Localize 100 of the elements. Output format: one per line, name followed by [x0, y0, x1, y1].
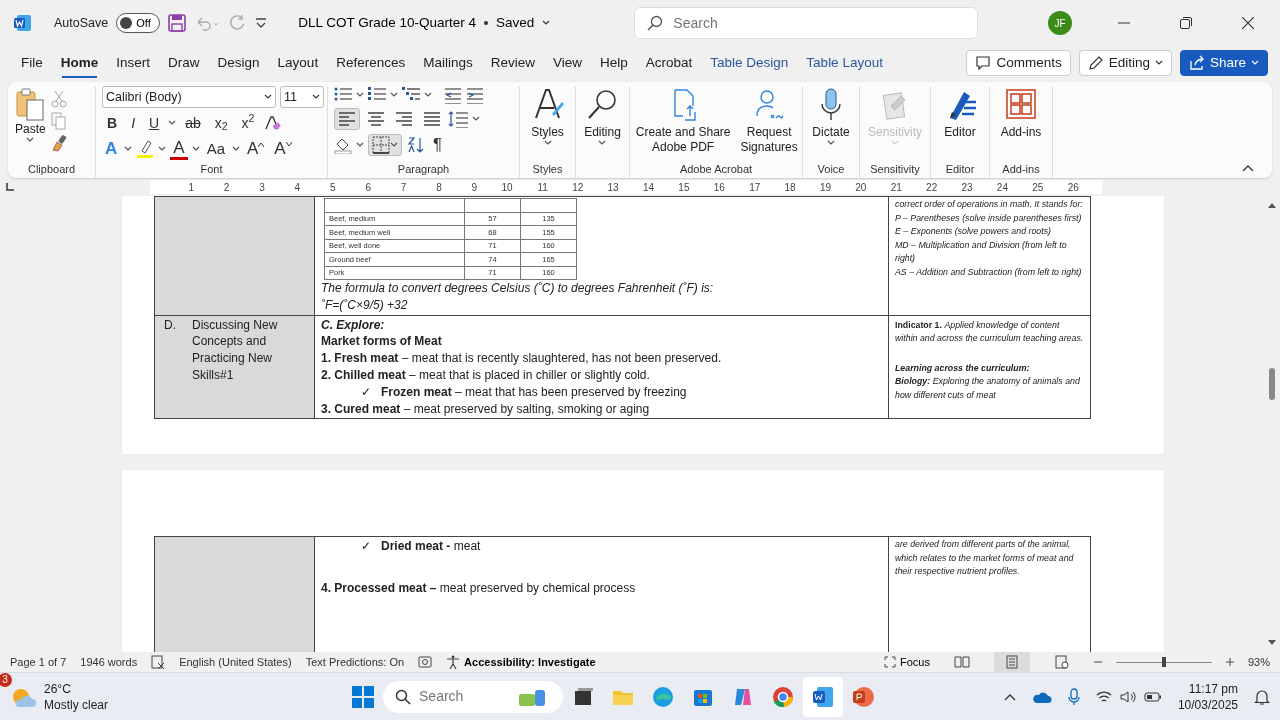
ribbon-tab[interactable]: View — [544, 46, 591, 80]
user-avatar[interactable]: JF — [1048, 11, 1072, 35]
ribbon-tab[interactable]: Acrobat — [636, 46, 702, 80]
zoom-thumb[interactable] — [1161, 657, 1166, 667]
ribbon-tab[interactable]: Design — [208, 46, 269, 80]
language[interactable]: English (United States) — [179, 653, 292, 671]
task-view-icon[interactable] — [572, 685, 594, 708]
dictate-button[interactable]: Dictate — [811, 86, 851, 148]
caret-icon[interactable] — [472, 116, 480, 122]
tab-stop-icon[interactable] — [6, 183, 14, 191]
zoom-in-icon[interactable] — [1225, 658, 1234, 666]
ribbon-tab[interactable]: File — [12, 46, 52, 80]
collapse-ribbon-icon[interactable] — [1242, 164, 1254, 172]
caret-icon[interactable] — [158, 146, 167, 152]
chevron-up-icon[interactable] — [1003, 692, 1016, 701]
highlighter-icon[interactable] — [136, 139, 155, 159]
autosave-toggle[interactable]: Off — [116, 13, 161, 33]
page-count[interactable]: Page 1 of 7 — [10, 653, 67, 671]
taskbar-search-field[interactable]: Search — [419, 686, 509, 707]
caret-icon[interactable] — [390, 92, 398, 98]
share-button[interactable]: Share — [1179, 50, 1268, 76]
notification-bell-icon[interactable] — [1254, 688, 1270, 705]
scroll-up-icon[interactable] — [1268, 202, 1276, 208]
shading-icon[interactable] — [334, 136, 352, 154]
ribbon-tab[interactable]: Home — [51, 46, 108, 80]
presentation-icon[interactable] — [852, 685, 874, 708]
search-box[interactable]: Search — [383, 680, 563, 713]
speaker-icon[interactable] — [1119, 689, 1136, 704]
alignment-button[interactable] — [334, 108, 360, 130]
word-count[interactable]: 1946 words — [80, 653, 138, 671]
caret-icon[interactable] — [26, 137, 35, 143]
caret-icon[interactable] — [827, 140, 835, 146]
change-case-button[interactable]: Aa — [203, 138, 228, 160]
browser-icon[interactable] — [652, 685, 674, 708]
format-button[interactable]: x$_{2}$ — [209, 112, 233, 134]
wifi-icon[interactable] — [1095, 689, 1112, 704]
ribbon-tab[interactable]: Insert — [107, 46, 160, 80]
borders-button[interactable] — [368, 134, 402, 156]
create-pdf-button[interactable]: Create and Share Adobe PDF — [632, 86, 735, 157]
customize-icon[interactable] — [254, 16, 269, 30]
format-button[interactable]: ab — [180, 112, 206, 134]
decrease-indent-icon[interactable] — [444, 86, 462, 104]
grow-font-button[interactable]: A — [244, 138, 268, 160]
ribbon-tab[interactable]: Review — [481, 46, 544, 80]
caret-icon[interactable] — [264, 94, 272, 100]
ribbon-tab[interactable]: Table Layout — [797, 46, 892, 80]
clear-format-icon[interactable] — [263, 114, 282, 132]
add-ins-button[interactable]: Add-ins — [999, 86, 1043, 142]
brush-icon[interactable] — [50, 134, 69, 152]
restore-icon[interactable] — [1180, 17, 1192, 29]
format-button[interactable]: U — [144, 112, 165, 134]
ribbon-tab[interactable]: Layout — [268, 46, 328, 80]
editor-button[interactable]: Editor — [943, 86, 977, 142]
save-status[interactable]: Saved — [496, 12, 535, 34]
caret-icon[interactable] — [168, 120, 177, 126]
scroll-down-icon[interactable] — [1268, 640, 1276, 646]
focus-button[interactable]: Focus — [884, 653, 930, 671]
format-button[interactable]: B — [102, 112, 123, 134]
start-icon[interactable] — [352, 685, 374, 708]
ribbon-tab[interactable]: References — [327, 46, 415, 80]
caret-icon[interactable] — [542, 20, 551, 26]
microphone-icon[interactable] — [1067, 687, 1080, 706]
increase-indent-icon[interactable] — [466, 86, 484, 104]
ribbon-tab[interactable]: Help — [591, 46, 637, 80]
scrollbar-thumb[interactable] — [1269, 368, 1275, 400]
caret-icon[interactable] — [356, 142, 364, 148]
document-title[interactable]: DLL COT Grade 10-Quarter 4 — [298, 12, 477, 34]
search-field[interactable]: Search — [673, 12, 924, 34]
accessibility-button[interactable]: Accessibility: Investigate — [446, 653, 596, 671]
close-icon[interactable] — [1242, 17, 1254, 29]
view-button[interactable] — [993, 652, 1030, 672]
caret-icon[interactable] — [124, 146, 133, 152]
line-spacing-icon[interactable] — [448, 110, 468, 128]
comments-button[interactable]: Comments — [966, 50, 1071, 76]
word-icon[interactable] — [812, 685, 834, 708]
format-button[interactable]: x$^{2}$ — [236, 112, 260, 134]
caret-icon[interactable] — [191, 146, 200, 152]
editing-button[interactable]: Editing — [583, 86, 622, 148]
paste-button[interactable]: Paste — [14, 86, 47, 145]
proofing-icon[interactable] — [151, 655, 166, 669]
font-color-button[interactable]: A — [170, 138, 188, 160]
font-size-field[interactable]: 11 — [280, 86, 324, 108]
caret-icon[interactable] — [598, 140, 607, 146]
caret-icon[interactable] — [232, 146, 240, 152]
caret-icon[interactable] — [543, 140, 552, 146]
editing-mode-button[interactable]: Editing — [1078, 50, 1172, 76]
text-predictions[interactable]: Text Predictions: On — [305, 653, 405, 671]
ribbon-tab[interactable]: Mailings — [414, 46, 482, 80]
format-button[interactable]: I — [126, 112, 140, 134]
save-icon[interactable] — [168, 14, 187, 32]
caret-icon[interactable] — [424, 92, 432, 98]
zoom-level[interactable]: 93% — [1247, 653, 1270, 671]
ribbon-tab[interactable]: Table Design — [701, 46, 798, 80]
clock-time[interactable]: 11:17 pm — [1188, 680, 1238, 697]
search-box[interactable]: Search — [634, 7, 979, 39]
caret-icon[interactable] — [356, 92, 364, 98]
caret-icon[interactable] — [390, 142, 398, 148]
shrink-font-button[interactable]: A — [271, 138, 295, 160]
sort-icon[interactable] — [406, 136, 426, 154]
text-effects-button[interactable]: A — [102, 138, 121, 160]
